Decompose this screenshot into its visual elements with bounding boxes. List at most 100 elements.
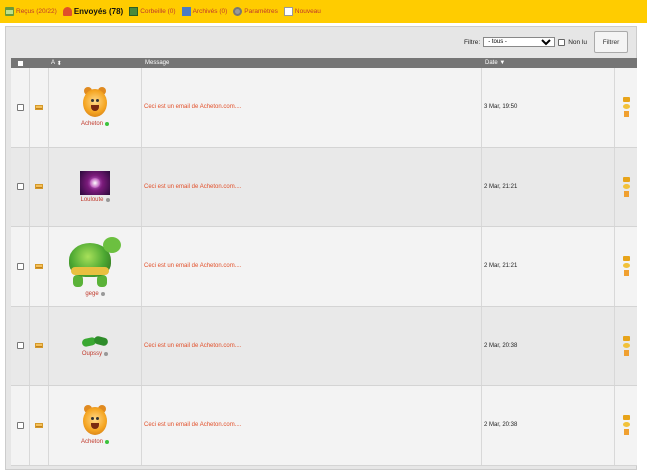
forward-icon[interactable] <box>622 104 630 110</box>
message-link[interactable]: Ceci est un email de Acheton.com.... <box>144 104 241 110</box>
mailbox-tabbar: Reçus (20/22) Envoyés (78) Corbeille (0)… <box>0 0 647 23</box>
table-row: Acheton Ceci est un email de Acheton.com.… <box>11 68 637 148</box>
tab-settings[interactable]: Paramètres <box>233 7 278 16</box>
status-cell <box>30 227 49 306</box>
table-body: Acheton Ceci est un email de Acheton.com.… <box>11 68 637 466</box>
tab-inbox[interactable]: Reçus (20/22) <box>5 7 57 16</box>
actions-cell <box>615 307 637 386</box>
author-link[interactable]: gege <box>85 291 105 297</box>
inbox-icon <box>5 7 14 16</box>
actions-cell <box>615 68 637 147</box>
reply-icon[interactable] <box>622 415 630 421</box>
row-select-cell <box>11 386 30 465</box>
turtle-avatar[interactable] <box>67 235 123 289</box>
actions-cell <box>615 148 637 227</box>
date-cell: 3 Mar, 19:50 <box>482 68 615 147</box>
select-all-checkbox[interactable] <box>17 58 24 68</box>
row-checkbox[interactable] <box>16 262 24 270</box>
author-cell: gege <box>49 227 142 306</box>
online-status-icon <box>105 122 110 127</box>
message-cell: Ceci est un email de Acheton.com.... <box>142 306 482 385</box>
author-link[interactable]: Louloute <box>80 197 110 203</box>
tab-label: Paramètres <box>244 8 278 15</box>
message-date: 2 Mar, 20:38 <box>484 342 518 349</box>
date-column-header[interactable]: Date ▼ <box>485 58 505 68</box>
author-cell: Oupssy <box>49 306 142 385</box>
reply-icon[interactable] <box>622 176 630 182</box>
forward-icon[interactable] <box>622 342 630 348</box>
tab-label: Corbeille (0) <box>140 8 176 15</box>
message-link[interactable]: Ceci est un email de Acheton.com.... <box>144 343 241 349</box>
tab-sent[interactable]: Envoyés (78) <box>62 7 123 16</box>
author-link[interactable]: Oupssy <box>82 351 109 357</box>
delete-icon[interactable] <box>623 349 629 356</box>
author-cell: Louloute <box>49 147 142 226</box>
delete-icon[interactable] <box>623 111 629 118</box>
message-link[interactable]: Ceci est un email de Acheton.com.... <box>144 184 241 190</box>
date-cell: 2 Mar, 21:21 <box>482 227 615 306</box>
forward-icon[interactable] <box>622 263 630 269</box>
reply-icon[interactable] <box>622 335 630 341</box>
author-link[interactable]: Acheton <box>81 439 110 445</box>
date-cell: 2 Mar, 20:38 <box>482 386 615 465</box>
hand-avatar[interactable] <box>81 335 109 349</box>
status-cell <box>30 386 49 465</box>
row-select-cell <box>11 68 30 147</box>
filter-button[interactable]: Filtrer <box>594 31 628 53</box>
message-cell: Ceci est un email de Acheton.com.... <box>142 68 482 147</box>
purple-eye-avatar[interactable] <box>80 170 110 195</box>
offline-status-icon <box>100 292 105 297</box>
author-link[interactable]: Acheton <box>81 121 110 127</box>
status-cell <box>30 68 49 147</box>
envelope-icon <box>35 104 43 110</box>
message-cell: Ceci est un email de Acheton.com.... <box>142 227 482 306</box>
bear-avatar[interactable] <box>80 405 110 437</box>
messages-table: A ⬍ Message Date ▼ Acheton Ceci est un em… <box>11 58 637 466</box>
new-message-icon <box>283 7 293 16</box>
message-date: 2 Mar, 20:38 <box>484 422 518 429</box>
table-row: Acheton Ceci est un email de Acheton.com.… <box>11 386 637 466</box>
filter-select[interactable]: - tous - <box>483 37 556 47</box>
delete-icon[interactable] <box>623 270 629 277</box>
unread-label: Non lu <box>568 38 587 46</box>
message-date: 2 Mar, 21:21 <box>484 183 518 190</box>
delete-icon[interactable] <box>623 190 629 197</box>
message-date: 3 Mar, 19:50 <box>484 104 518 111</box>
sort-desc-icon: ▼ <box>499 60 506 66</box>
date-cell: 2 Mar, 20:38 <box>482 306 615 385</box>
table-row: Louloute Ceci est un email de Acheton.com… <box>11 147 637 227</box>
message-date: 2 Mar, 21:21 <box>484 263 518 270</box>
reply-icon[interactable] <box>622 97 630 103</box>
delete-icon[interactable] <box>623 429 629 436</box>
archive-icon <box>181 7 191 16</box>
message-panel: Filtre: - tous - Non lu Filtrer A ⬍ Mess… <box>5 26 637 470</box>
tab-trash[interactable]: Corbeille (0) <box>129 7 176 16</box>
author-cell: Acheton <box>49 386 142 465</box>
offline-status-icon <box>105 197 110 202</box>
message-link[interactable]: Ceci est un email de Acheton.com.... <box>144 263 241 269</box>
reply-icon[interactable] <box>622 256 630 262</box>
unread-checkbox[interactable] <box>558 38 566 46</box>
actions-cell <box>615 386 637 465</box>
row-checkbox[interactable] <box>16 183 24 191</box>
online-status-icon <box>105 440 110 445</box>
envelope-icon <box>35 184 43 190</box>
message-link[interactable]: Ceci est un email de Acheton.com.... <box>144 422 241 428</box>
message-cell: Ceci est un email de Acheton.com.... <box>142 386 482 465</box>
date-cell: 2 Mar, 21:21 <box>482 147 615 226</box>
author-column-header[interactable]: A ⬍ <box>51 58 62 68</box>
table-row: Oupssy Ceci est un email de Acheton.com..… <box>11 306 637 386</box>
row-checkbox[interactable] <box>16 342 24 350</box>
row-select-cell <box>11 147 30 226</box>
bear-avatar[interactable] <box>80 87 110 119</box>
row-checkbox[interactable] <box>16 421 24 429</box>
forward-icon[interactable] <box>622 183 630 189</box>
envelope-icon <box>35 263 43 269</box>
row-select-cell <box>11 306 30 385</box>
forward-icon[interactable] <box>622 422 630 428</box>
row-checkbox[interactable] <box>16 103 24 111</box>
tab-new[interactable]: Nouveau <box>283 7 321 16</box>
message-column-header: Message <box>145 60 170 66</box>
tab-label: Nouveau <box>294 8 321 15</box>
tab-archives[interactable]: Archivés (0) <box>181 7 227 16</box>
